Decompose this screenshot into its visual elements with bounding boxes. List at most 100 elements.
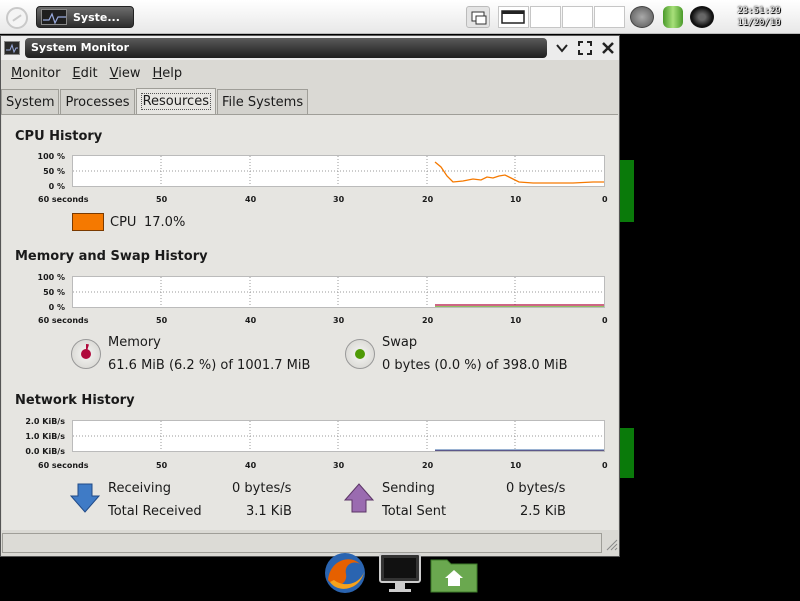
cpu-legend-label: CPU	[110, 215, 137, 230]
top-panel: Syste... 23:51:29 11/20/10	[0, 0, 800, 34]
swap-pie-icon[interactable]	[345, 339, 375, 369]
workspace-4[interactable]	[594, 6, 625, 28]
window-icon[interactable]	[4, 41, 20, 55]
mem-x-tick-20: 20	[422, 316, 434, 325]
mem-y-tick-100: 100 %	[37, 273, 66, 282]
tab-system[interactable]: System	[1, 89, 60, 115]
net-x-tick-50: 50	[156, 461, 168, 470]
cpu-monitor-icon[interactable]	[630, 6, 654, 28]
tab-bar: System Processes Resources File Systems	[1, 88, 309, 115]
cpu-x-tick-50: 50	[156, 195, 168, 204]
main-menu-icon[interactable]	[6, 7, 28, 29]
cpu-usage-line	[434, 161, 604, 184]
minimize-icon[interactable]	[553, 39, 571, 57]
menu-edit[interactable]: Edit	[66, 66, 103, 81]
tab-resources[interactable]: Resources	[135, 88, 216, 115]
workspace-1[interactable]	[498, 6, 529, 28]
workspace-3[interactable]	[562, 6, 593, 28]
net-x-tick-30: 30	[333, 461, 345, 470]
cpu-x-tick-20: 20	[422, 195, 434, 204]
tab-processes[interactable]: Processes	[60, 89, 135, 115]
net-y-tick-2: 2.0 KiB/s	[25, 417, 65, 426]
monitor-launcher-icon[interactable]	[377, 550, 423, 596]
home-folder-launcher-icon[interactable]	[429, 550, 479, 596]
cpu-x-tick-0: 0	[602, 195, 608, 204]
tab-file-systems[interactable]: File Systems	[216, 89, 309, 115]
receiving-label: Receiving	[108, 481, 172, 496]
cpu-history-title: CPU History	[15, 129, 103, 144]
receiving-arrow-icon[interactable]	[69, 482, 101, 518]
cpu-history-graph	[72, 155, 605, 187]
system-monitor-window: System Monitor Monitor Edit View Help Sy…	[0, 35, 620, 557]
tab-resources-label: Resources	[140, 93, 211, 110]
status-bar	[2, 533, 602, 553]
taskbar-system-monitor-button[interactable]: Syste...	[36, 6, 134, 28]
maximize-icon[interactable]	[576, 39, 594, 57]
memory-history-plot	[73, 277, 604, 308]
battery-icon[interactable]	[663, 6, 683, 28]
volume-icon[interactable]	[690, 6, 714, 28]
swap-value: 0 bytes (0.0 %) of 398.0 MiB	[382, 358, 568, 373]
firefox-launcher-icon[interactable]	[320, 550, 370, 596]
show-desktop-icon[interactable]	[466, 6, 490, 28]
total-received-label: Total Received	[108, 504, 202, 519]
memory-label: Memory	[108, 335, 161, 350]
sending-arrow-icon[interactable]	[343, 482, 375, 518]
network-history-graph	[72, 420, 605, 452]
clock-date: 11/20/10	[737, 18, 781, 28]
mem-x-tick-10: 10	[510, 316, 522, 325]
net-x-tick-20: 20	[422, 461, 434, 470]
net-x-tick-60: 60 seconds	[38, 461, 89, 470]
total-received-value: 3.1 KiB	[246, 504, 292, 519]
mem-x-tick-40: 40	[245, 316, 257, 325]
system-monitor-icon	[41, 9, 67, 25]
total-sent-value: 2.5 KiB	[520, 504, 566, 519]
receiving-value: 0 bytes/s	[232, 481, 292, 496]
mem-x-tick-60: 60 seconds	[38, 316, 89, 325]
window-title: System Monitor	[25, 38, 547, 58]
network-history-title: Network History	[15, 393, 135, 408]
net-y-tick-1: 1.0 KiB/s	[25, 432, 65, 441]
memory-history-title: Memory and Swap History	[15, 249, 208, 264]
total-sent-label: Total Sent	[382, 504, 447, 519]
mem-x-tick-0: 0	[602, 316, 608, 325]
cpu-legend-value: 17.0%	[144, 215, 186, 230]
panel-clock[interactable]: 23:51:29 11/20/10	[726, 5, 792, 29]
cpu-y-tick-100: 100 %	[37, 152, 66, 161]
net-y-tick-0: 0.0 KiB/s	[25, 447, 65, 456]
memory-history-graph	[72, 276, 605, 308]
workspace-2[interactable]	[530, 6, 561, 28]
close-icon[interactable]	[599, 39, 617, 57]
menubar: Monitor Edit View Help	[1, 61, 619, 85]
cpu-x-tick-40: 40	[245, 195, 257, 204]
menu-monitor[interactable]: Monitor	[5, 66, 66, 81]
sending-value: 0 bytes/s	[506, 481, 566, 496]
resources-panel: CPU History 100 % 50 % 0 % 60 seconds 50…	[2, 114, 618, 530]
memory-pie-icon[interactable]	[71, 339, 101, 369]
swap-label: Swap	[382, 335, 418, 350]
clock-time: 23:51:29	[737, 6, 781, 16]
cpu-y-tick-0: 0 %	[48, 182, 65, 191]
cpu-x-tick-60: 60 seconds	[38, 195, 89, 204]
net-x-tick-40: 40	[245, 461, 257, 470]
network-history-plot	[73, 421, 604, 452]
menu-view[interactable]: View	[104, 66, 147, 81]
cpu-x-tick-30: 30	[333, 195, 345, 204]
tab-processes-label: Processes	[65, 95, 130, 110]
mem-y-tick-0: 0 %	[48, 303, 65, 312]
wallpaper-glyph	[620, 428, 634, 478]
cpu-color-swatch[interactable]	[72, 213, 104, 231]
tab-file-systems-label: File Systems	[221, 95, 304, 110]
taskbar-button-label: Syste...	[73, 10, 120, 24]
window-titlebar[interactable]: System Monitor	[1, 36, 619, 60]
mem-y-tick-50: 50 %	[43, 288, 65, 297]
mem-x-tick-50: 50	[156, 316, 168, 325]
cpu-y-tick-50: 50 %	[43, 167, 65, 176]
tab-system-label: System	[6, 95, 55, 110]
net-x-tick-0: 0	[602, 461, 608, 470]
menu-help[interactable]: Help	[146, 66, 188, 81]
resize-grip-icon[interactable]	[603, 536, 618, 551]
net-x-tick-10: 10	[510, 461, 522, 470]
mem-x-tick-30: 30	[333, 316, 345, 325]
cpu-x-tick-10: 10	[510, 195, 522, 204]
